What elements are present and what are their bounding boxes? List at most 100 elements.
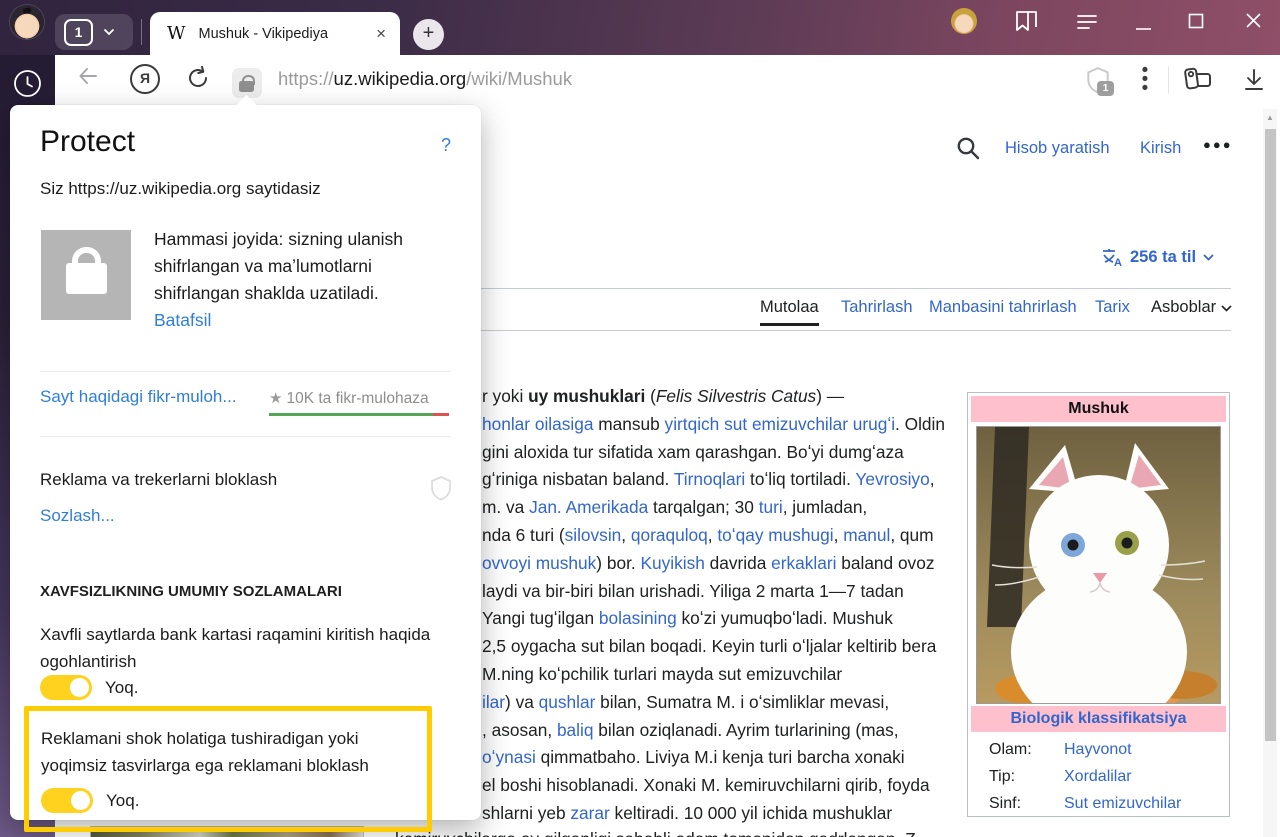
browser-window: Hisob yaratish Kirish ●●● A 256 ta til M… — [0, 0, 1280, 837]
article-line: laydi va bir-biri bilan urishadi. Yiliga… — [482, 581, 904, 602]
article-link[interactable]: baliq — [557, 720, 594, 740]
cat-photo[interactable] — [976, 426, 1221, 704]
tab-group-pill[interactable]: 1 — [55, 14, 133, 50]
refresh-button[interactable] — [185, 65, 211, 96]
bank-card-warning-toggle[interactable] — [40, 675, 92, 700]
search-icon[interactable] — [955, 135, 981, 166]
article-line: kemiruvchilarga ov qilganligi sababli od… — [395, 829, 916, 837]
profile-avatar[interactable] — [10, 5, 44, 39]
language-selector[interactable]: A 256 ta til — [1101, 247, 1214, 267]
page-scrollbar[interactable]: ▲ — [1263, 109, 1277, 837]
article-link[interactable]: yirtqich sut emizuvchilar urugʻi — [665, 414, 896, 434]
article-link[interactable]: oʻynasi — [482, 747, 536, 767]
article-line: gini aloxida tur sifatida xam qarashgan.… — [482, 442, 904, 463]
toggle-state-label: Yoq. — [106, 791, 139, 811]
active-tab[interactable]: W Mushuk - Vikipediya × — [150, 12, 400, 55]
article-line: M.ning koʻpchilik turlari mayda sut emiz… — [482, 664, 842, 685]
yandex-services-button[interactable]: Я — [130, 64, 160, 94]
article-link[interactable]: manul — [843, 525, 890, 545]
article-line: oʻynasi qimmatbaho. Liviya M.i kenja tur… — [482, 747, 905, 768]
article-line: nda 6 turi (silovsin, qoraquloq, toʻqay … — [482, 525, 934, 546]
tab-tahrirlash[interactable]: Tahrirlash — [841, 298, 913, 317]
highlighted-setting: Reklamani shok holatiga tushiradigan yok… — [24, 706, 432, 832]
address-bar[interactable]: https://uz.wikipedia.org/wiki/Mushuk — [278, 68, 572, 90]
article-line: ilar) va qushlar bilan, Sumatra M. i oʻs… — [482, 692, 889, 713]
article-line: m. va Jan. Amerikada tarqalgan; 30 turi,… — [482, 497, 867, 518]
close-window-icon[interactable] — [1245, 12, 1262, 34]
tab-title: Mushuk - Vikipediya — [199, 26, 377, 42]
account-avatar[interactable] — [951, 8, 977, 34]
article-link[interactable]: ovvoyi mushuk — [482, 553, 596, 573]
collections-icon[interactable] — [1182, 66, 1214, 99]
taxobox: Mushuk — [967, 392, 1230, 817]
help-link[interactable]: ? — [441, 135, 451, 156]
tools-dropdown[interactable]: Asboblar — [1151, 298, 1232, 317]
tab-mutolaa[interactable]: Mutolaa — [760, 298, 819, 326]
scrollbar-thumb[interactable] — [1265, 129, 1276, 741]
article-link[interactable]: erkaklari — [771, 553, 836, 573]
secure-connection-tile — [41, 230, 131, 320]
article-link[interactable]: silovsin — [565, 525, 622, 545]
article-line: shlarni yeb zarar keltiradi. 10 000 yil … — [482, 803, 892, 824]
connection-status-text: Hammasi joyida: sizning ulanish shifrlan… — [154, 226, 446, 307]
tab-manbasini-tahrirlash[interactable]: Manbasini tahrirlash — [929, 298, 1077, 317]
article-link[interactable]: toʻqay mushugi — [717, 525, 833, 545]
article-line: , asosan, baliq bilan oziqlanadi. Ayrim … — [482, 720, 899, 741]
tab-tarix[interactable]: Tarix — [1095, 298, 1130, 317]
create-account-link[interactable]: Hisob yaratish — [1005, 139, 1110, 158]
taxo-value-link[interactable]: Hayvonot — [1064, 741, 1132, 759]
maximize-button[interactable] — [1188, 13, 1204, 34]
tab-close-icon[interactable]: × — [376, 24, 386, 44]
download-icon[interactable] — [1241, 67, 1267, 98]
taxo-label: Tip: — [989, 768, 1064, 786]
article-link[interactable]: turi — [759, 497, 783, 517]
taxobox-title: Mushuk — [971, 396, 1226, 422]
site-feedback-link[interactable]: Sayt haqidagi fikr-muloh... — [40, 387, 237, 407]
article-link[interactable]: Yevrosiyo — [855, 469, 929, 489]
article-link[interactable]: honlar oilasiga — [482, 414, 593, 434]
details-link[interactable]: Batafsil — [154, 310, 211, 331]
article-line: r yoki uy mushuklari (Felis Silvestris C… — [482, 386, 844, 407]
taxo-value-link[interactable]: Sut emizuvchilar — [1064, 795, 1181, 813]
protect-shield-icon[interactable]: 1 — [1085, 67, 1119, 99]
protect-panel: Protect ? Siz https://uz.wikipedia.org s… — [10, 105, 481, 820]
chevron-down-icon — [1203, 254, 1214, 261]
menu-icon[interactable] — [1077, 14, 1097, 35]
article-line: honlar oilasiga mansub yirtqich sut emiz… — [482, 414, 945, 435]
article-link[interactable]: Kuyikish — [640, 553, 704, 573]
toolbar-more-icon[interactable]: ••• — [1140, 66, 1150, 93]
adblock-settings-link[interactable]: Sozlash... — [40, 506, 115, 526]
shocking-ads-block-toggle[interactable] — [41, 788, 93, 813]
login-link[interactable]: Kirish — [1140, 139, 1181, 158]
new-tab-button[interactable]: + — [413, 19, 444, 50]
taxo-row: Sinf: Sut emizuvchilar — [971, 786, 1226, 813]
minimize-button[interactable] — [1135, 12, 1152, 37]
article-link[interactable]: qushlar — [539, 692, 596, 712]
bookmarks-icon[interactable] — [1013, 9, 1041, 40]
scrollbar-up-arrow[interactable]: ▲ — [1263, 111, 1277, 125]
chevron-down-icon[interactable] — [103, 28, 115, 36]
back-button[interactable] — [75, 63, 101, 94]
divider — [40, 436, 451, 437]
article-link[interactable]: ilar — [482, 692, 505, 712]
article-link[interactable]: qoraquloq — [631, 525, 708, 545]
header-more-icon[interactable]: ●●● — [1203, 137, 1233, 152]
toggle-state-label: Yoq. — [105, 678, 138, 698]
history-icon[interactable] — [13, 69, 42, 103]
language-count: 256 ta til — [1130, 248, 1196, 267]
rating-bar — [269, 413, 449, 416]
article-line: el boshi hisoblanadi. Xonaki M. kemiruvc… — [482, 775, 930, 796]
chevron-down-icon — [1221, 305, 1232, 312]
taxo-value-link[interactable]: Xordalilar — [1064, 768, 1132, 786]
site-security-lock-button[interactable] — [232, 68, 262, 98]
browser-topbar: 1 W Mushuk - Vikipediya × + — [0, 0, 1280, 55]
article-link[interactable]: bolasining — [599, 608, 677, 628]
article-link[interactable]: Tirnoqlari — [674, 469, 745, 489]
article-line: Yangi tugʻilgan bolasining koʻzi yumuqbo… — [482, 608, 893, 629]
classification-section-link[interactable]: Biologik klassifikatsiya — [971, 706, 1226, 732]
article-link[interactable]: Jan. Amerikada — [529, 497, 648, 517]
article-link[interactable]: zarar — [570, 803, 609, 823]
protect-badge-count: 1 — [1097, 81, 1114, 96]
divider — [40, 371, 451, 372]
protect-title: Protect — [40, 125, 135, 159]
